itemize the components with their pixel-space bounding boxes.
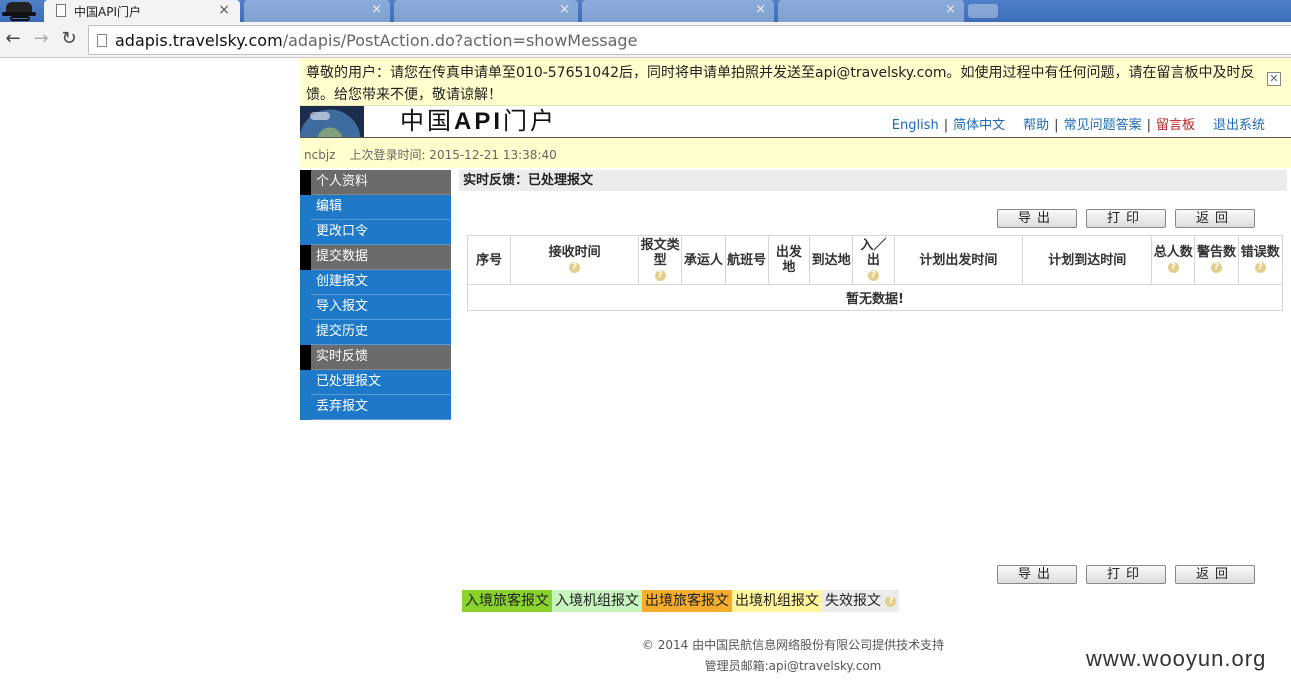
col-header: 接收时间? [510, 235, 640, 285]
sidebar-header-profile: 个人资料 [300, 170, 451, 195]
col-header: 航班号 [724, 235, 769, 285]
col-header: 到达地 [809, 235, 854, 285]
col-header: 计划出发时间 [893, 235, 1024, 285]
forward-arrow-icon[interactable]: → [30, 28, 52, 50]
site-header: 中国API门户 English | 简体中文 帮助 | 常见问题答案 | 留言板 退出系统 [300, 106, 1291, 138]
tab-close-icon[interactable]: × [559, 2, 570, 17]
sidebar-item-edit[interactable]: 编辑 [300, 195, 451, 220]
col-header: 总人数? [1151, 235, 1196, 285]
page-icon [97, 34, 107, 47]
print-button[interactable]: 打印 [1086, 209, 1166, 228]
link-message-board[interactable]: 留言板 [1156, 118, 1195, 133]
browser-tab-active[interactable]: 中国API门户 × [44, 0, 240, 22]
browser-tab[interactable]: × [244, 0, 390, 22]
export-button[interactable]: 导出 [997, 209, 1077, 228]
watermark: www.wooyun.org [1086, 646, 1267, 671]
browser-tabstrip: 中国API门户 × × × × × [0, 0, 1291, 22]
notice-banner: 尊敬的用户：请您在传真申请单至010-57651042后，同时将申请单拍照并发送… [300, 58, 1291, 106]
legend-outbound-crew: 出境机组报文 [732, 590, 822, 612]
notice-text: 尊敬的用户：请您在传真申请单至010-57651042后，同时将申请单拍照并发送… [306, 65, 1255, 103]
username: ncbjz [304, 148, 336, 162]
user-bar: ncbjz 上次登录时间: 2015-12-21 13:38:40 [300, 138, 1291, 168]
link-english[interactable]: English [892, 118, 939, 133]
footer-copyright: © 2014 由中国民航信息网络股份有限公司提供技术支持 [641, 638, 945, 652]
sidebar-header-submit-data: 提交数据 [300, 245, 451, 270]
link-faq[interactable]: 常见问题答案 [1064, 118, 1142, 133]
empty-message: 暂无数据! [467, 284, 1283, 311]
link-chinese[interactable]: 简体中文 [953, 118, 1005, 133]
table-row: 暂无数据! [467, 284, 1283, 311]
url-text[interactable]: adapis.travelsky.com/adapis/PostAction.d… [115, 31, 637, 50]
question-icon[interactable]: ? [1167, 262, 1179, 273]
tab-close-icon[interactable]: × [218, 2, 230, 18]
col-header: 承运人 [681, 235, 726, 285]
question-icon[interactable]: ? [1210, 262, 1222, 273]
back-button[interactable]: 返回 [1175, 209, 1255, 228]
sidebar-item-import-message[interactable]: 导入报文 [300, 295, 451, 320]
col-header: 序号 [466, 235, 512, 285]
col-header: 错误数? [1237, 235, 1284, 285]
legend-inbound-crew: 入境机组报文 [552, 590, 642, 612]
sidebar-item-change-password[interactable]: 更改口令 [300, 220, 451, 245]
browser-tab[interactable]: × [394, 0, 578, 22]
question-icon[interactable]: ? [654, 269, 666, 281]
site-title: 中国API门户 [400, 107, 558, 135]
browser-toolbar: ← → ↻ adapis.travelsky.com/adapis/PostAc… [0, 22, 1291, 58]
print-button[interactable]: 打印 [1086, 565, 1166, 584]
tab-close-icon[interactable]: × [755, 2, 766, 17]
last-login: 上次登录时间: 2015-12-21 13:38:40 [349, 148, 557, 162]
col-header: 报文类型? [638, 235, 683, 285]
col-header: 出发地 [767, 235, 811, 285]
browser-tab[interactable]: × [778, 0, 964, 22]
address-bar[interactable]: adapis.travelsky.com/adapis/PostAction.d… [88, 25, 1291, 55]
legend-inbound-passenger: 入境旅客报文 [462, 590, 552, 612]
col-header: 计划到达时间 [1022, 235, 1153, 285]
tab-close-icon[interactable]: × [945, 2, 956, 17]
close-icon[interactable]: ✕ [1267, 72, 1281, 86]
table-header-row: 序号 接收时间? 报文类型? 承运人 航班号 出发地 到达地 入／出? 计划出发… [466, 235, 1284, 285]
new-tab-button[interactable] [968, 4, 998, 18]
link-logout[interactable]: 退出系统 [1213, 118, 1265, 133]
sidebar-header-realtime-feedback: 实时反馈 [300, 345, 451, 370]
sidebar: 个人资料 编辑 更改口令 提交数据 创建报文 导入报文 提交历史 实时反馈 已处… [300, 170, 451, 420]
col-header: 警告数? [1194, 235, 1239, 285]
question-icon[interactable]: ? [867, 269, 879, 281]
col-header: 入／出? [852, 235, 895, 285]
legend-outbound-passenger: 出境旅客报文 [642, 590, 732, 612]
sidebar-item-discarded-messages[interactable]: 丢弃报文 [300, 395, 451, 420]
results-table: 序号 接收时间? 报文类型? 承运人 航班号 出发地 到达地 入／出? 计划出发… [466, 235, 1284, 311]
browser-tab[interactable]: × [582, 0, 774, 22]
tab-title: 中国API门户 [74, 5, 141, 19]
globe-logo [300, 106, 364, 137]
question-icon[interactable]: ? [885, 595, 897, 607]
link-help[interactable]: 帮助 [1023, 118, 1049, 133]
question-icon[interactable]: ? [569, 262, 581, 273]
sidebar-item-create-message[interactable]: 创建报文 [300, 270, 451, 295]
footer-admin-email: 管理员邮箱:api@travelsky.com [704, 659, 882, 673]
question-icon[interactable]: ? [1254, 262, 1266, 273]
legend: 入境旅客报文 入境机组报文 出境旅客报文 出境机组报文 失效报文 ? [462, 590, 900, 612]
export-button[interactable]: 导出 [997, 565, 1077, 584]
back-button[interactable]: 返回 [1175, 565, 1255, 584]
page-title: 实时反馈：已处理报文 [459, 170, 1287, 191]
reload-icon[interactable]: ↻ [58, 28, 80, 50]
tab-close-icon[interactable]: × [371, 2, 382, 17]
sidebar-item-processed-messages[interactable]: 已处理报文 [300, 370, 451, 395]
back-arrow-icon[interactable]: ← [2, 28, 24, 50]
page-icon [56, 4, 66, 17]
top-links: English | 简体中文 帮助 | 常见问题答案 | 留言板 退出系统 [891, 118, 1265, 133]
main-content: 实时反馈：已处理报文 导出 打印 返回 序号 接收时间? 报文类型? 承运人 航… [459, 170, 1287, 584]
legend-invalid: 失效报文 ? [822, 590, 900, 612]
incognito-icon [0, 0, 48, 22]
sidebar-item-submit-history[interactable]: 提交历史 [300, 320, 451, 345]
